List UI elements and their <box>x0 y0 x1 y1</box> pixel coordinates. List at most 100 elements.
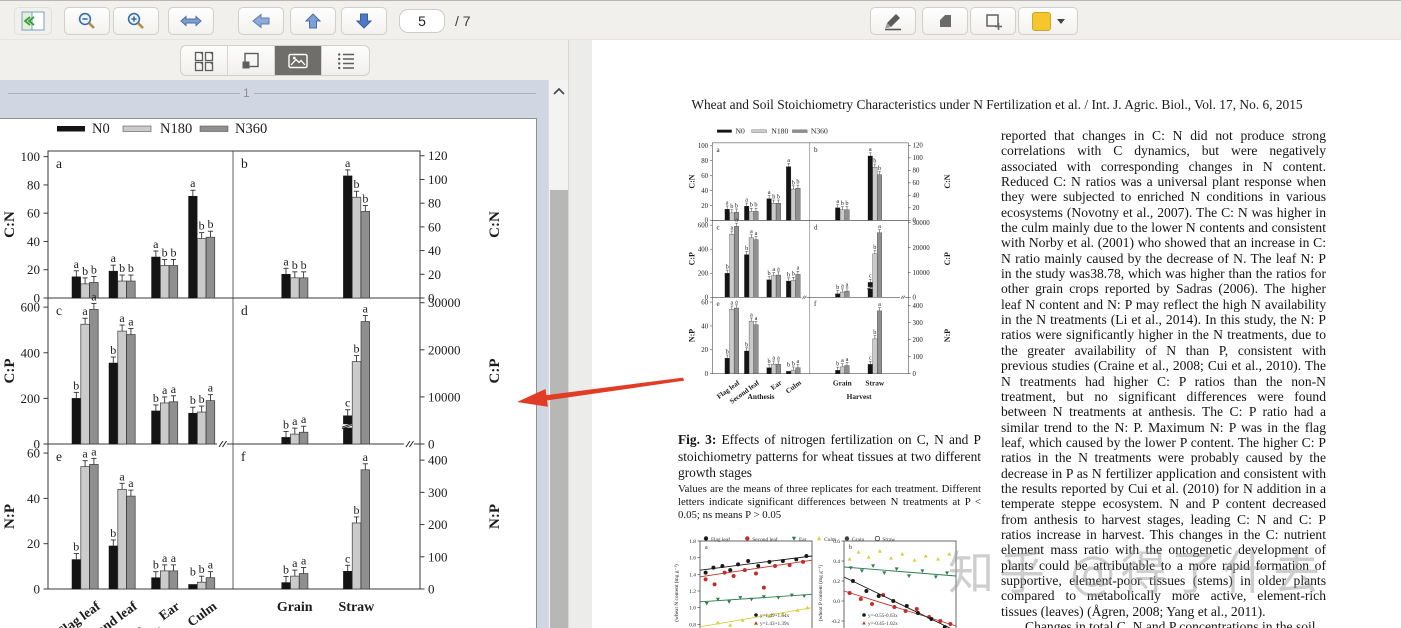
svg-text:a: a <box>345 156 351 170</box>
svg-text:a: a <box>730 224 733 231</box>
svg-text:a: a <box>292 414 298 428</box>
svg-text:1.0: 1.0 <box>689 606 696 612</box>
left-pane-scrollbar[interactable] <box>548 80 568 628</box>
nav-up-button[interactable] <box>290 7 336 35</box>
svg-text:a: a <box>119 311 125 325</box>
page-separator-line <box>8 93 240 94</box>
svg-text:30000: 30000 <box>428 295 461 310</box>
fig3-bar-chart-zoomed: N0 N180 N360 C:N C:N C:P C:P N:P N:P 0 20 40 60 80 100… <box>2 121 503 628</box>
scroll-up-icon[interactable] <box>550 85 568 99</box>
nav-back-button[interactable] <box>238 7 284 35</box>
svg-text:Grain: Grain <box>277 600 313 615</box>
fig4-scatter-chart: Flag leaf Second leaf Ear Culm Grain Straw(wh… <box>673 535 957 628</box>
tab-list-view[interactable] <box>322 46 369 75</box>
svg-text:a: a <box>283 254 289 268</box>
svg-text:b: b <box>283 417 289 431</box>
svg-text:b: b <box>119 261 125 275</box>
svg-text:40: 40 <box>27 491 40 506</box>
svg-text:b: b <box>354 177 360 191</box>
svg-text:Straw: Straw <box>882 537 895 543</box>
tab-snapshot-view[interactable] <box>228 46 275 75</box>
tab-image-view[interactable] <box>275 46 322 75</box>
svg-text:N:P: N:P <box>2 504 18 529</box>
svg-text:b: b <box>792 360 795 367</box>
svg-text:(wheat P content (mg g⁻¹): (wheat P content (mg g⁻¹) <box>817 565 824 622</box>
svg-text:-0.2: -0.2 <box>831 619 840 625</box>
add-area-button[interactable] <box>970 7 1016 35</box>
fig3-bar-chart: N0 N180 N360 C:N C:N C:P C:P N:P N:P 0 20 40 60 80 100… <box>687 126 952 405</box>
page-number-input[interactable]: 5 <box>399 9 445 33</box>
chevron-down-icon <box>1056 18 1065 24</box>
fit-width-button[interactable] <box>168 7 214 35</box>
svg-text:Ear: Ear <box>769 379 783 392</box>
arrow-down-icon <box>355 13 373 29</box>
svg-text:b: b <box>726 263 729 270</box>
svg-text:Grain: Grain <box>852 537 865 543</box>
zoom-preview-pane[interactable]: 1 N0 N180 N360 C:N C:N C:P C:P N:P N:P 0 20 40 60 80 1… <box>0 80 548 628</box>
svg-text:b: b <box>162 245 168 259</box>
svg-text:a: a <box>363 302 369 316</box>
highlighter-button[interactable] <box>870 7 916 35</box>
svg-text:b: b <box>190 393 196 407</box>
svg-text:20000: 20000 <box>428 342 461 357</box>
svg-text:a: a <box>735 217 738 224</box>
svg-text:N0: N0 <box>735 126 745 135</box>
svg-text:a: a <box>750 228 753 235</box>
svg-text:40: 40 <box>701 188 708 195</box>
nav-down-button[interactable] <box>341 7 387 35</box>
sidebar-toggle-button[interactable] <box>14 7 52 35</box>
svg-text:a: a <box>91 289 97 303</box>
svg-text:40: 40 <box>27 234 40 249</box>
zoom-out-button[interactable] <box>64 7 110 35</box>
svg-text:C:P: C:P <box>687 252 696 265</box>
multi-page-icon <box>194 51 214 71</box>
svg-text:0.0: 0.0 <box>833 599 840 605</box>
svg-text:c: c <box>56 303 62 318</box>
svg-text:a: a <box>128 476 134 490</box>
svg-text:a: a <box>777 354 780 361</box>
note-icon <box>940 15 951 27</box>
svg-text:a: a <box>208 381 214 395</box>
fig3-caption-note: Values are the means of three replicates… <box>678 482 981 521</box>
svg-text:Grain: Grain <box>833 378 852 387</box>
svg-text:b: b <box>199 392 205 406</box>
scrollbar-thumb[interactable] <box>550 190 568 628</box>
svg-text:b: b <box>241 156 248 171</box>
svg-text:a: a <box>171 551 177 565</box>
svg-text:a: a <box>768 189 771 196</box>
svg-text:100: 100 <box>21 149 41 164</box>
svg-text:b: b <box>153 391 159 405</box>
svg-text:Ear: Ear <box>156 598 182 623</box>
pdf-reader-window: 5 / 7 1 N0 N180 N360 C:N C:N C:P C:P N:P… <box>0 0 1401 628</box>
pdf-page-view: Wheat and Soil Stoichiometry Characteris… <box>592 40 1401 628</box>
svg-text:e: e <box>717 300 720 308</box>
svg-text:a: a <box>128 315 134 329</box>
svg-text:b: b <box>745 341 748 348</box>
svg-text:b: b <box>792 271 795 278</box>
svg-text:100: 100 <box>913 155 924 162</box>
svg-text:a: a <box>841 357 844 364</box>
svg-text:20: 20 <box>27 536 40 551</box>
svg-text:b: b <box>110 343 116 357</box>
page-separator-label: 1 <box>243 86 250 100</box>
svg-text:b: b <box>772 193 775 200</box>
svg-text:d: d <box>814 223 818 231</box>
svg-text:60: 60 <box>27 206 40 221</box>
svg-text:d: d <box>241 303 248 318</box>
svg-text:a: a <box>111 251 117 265</box>
highlight-color-picker[interactable] <box>1018 7 1078 35</box>
svg-text:a: a <box>301 554 307 568</box>
svg-text:80: 80 <box>428 196 441 211</box>
svg-text:40: 40 <box>913 193 920 200</box>
tab-thumbnail-view[interactable] <box>181 46 228 75</box>
zoom-out-icon <box>78 12 95 29</box>
svg-text:a: a <box>162 551 168 565</box>
svg-text:400: 400 <box>913 303 924 310</box>
zoom-in-button[interactable] <box>113 7 159 35</box>
svg-text:b: b <box>199 562 205 576</box>
svg-text:300: 300 <box>913 320 924 327</box>
note-button[interactable] <box>922 7 968 35</box>
svg-text:y=1.49+1.54x: y=1.49+1.54x <box>760 613 790 619</box>
svg-text:b: b <box>768 358 771 365</box>
svg-text:b: b <box>841 200 844 207</box>
